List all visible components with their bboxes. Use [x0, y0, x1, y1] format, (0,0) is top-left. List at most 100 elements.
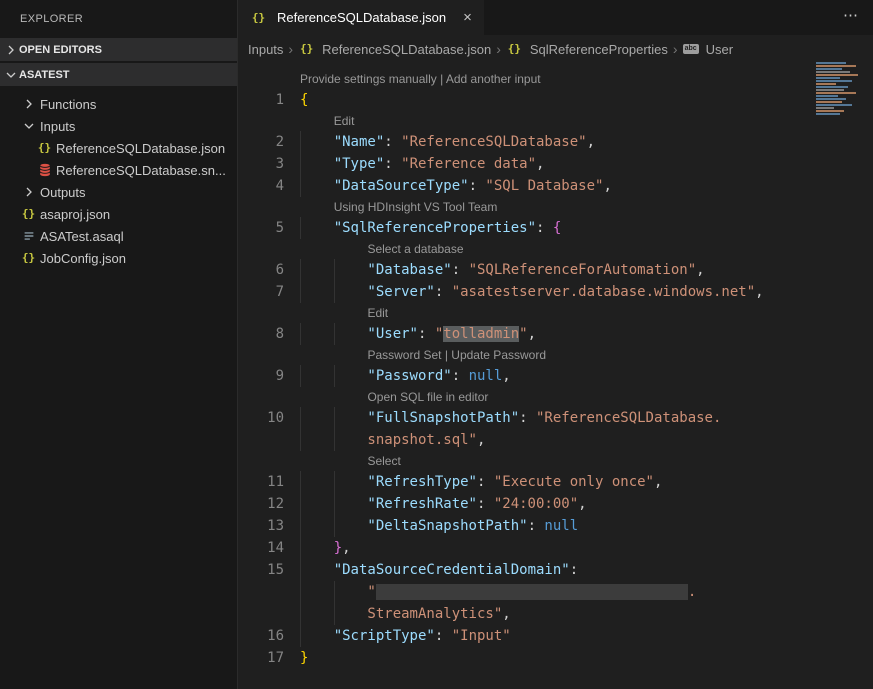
codelens-line: Select a database [238, 239, 873, 259]
indent-guide [300, 625, 334, 647]
code-token: "24:00:00" [494, 496, 578, 512]
code-line-content: "ScriptType": "Input" [300, 628, 511, 644]
code-line-wrap[interactable]: snapshot.sql", [238, 429, 873, 451]
abc-icon: abc [683, 44, 699, 54]
code-line-9[interactable]: 9"Password": null, [238, 365, 873, 387]
close-icon[interactable]: × [463, 9, 472, 26]
indent-guide [334, 281, 368, 303]
code-line-16[interactable]: 16"ScriptType": "Input" [238, 625, 873, 647]
codelens-action[interactable]: Edit [367, 306, 388, 320]
code-line-12[interactable]: 12"RefreshRate": "24:00:00", [238, 493, 873, 515]
code-token: "Database" [367, 262, 451, 278]
code-line-8[interactable]: 8"User": "tolladmin", [238, 323, 873, 345]
minimap-row [816, 86, 848, 88]
codelens-content: Provide settings manually | Add another … [300, 69, 541, 89]
tree-item-functions[interactable]: Functions [0, 93, 237, 115]
file-lines-icon [20, 228, 37, 244]
tree-item-inputs[interactable]: Inputs [0, 115, 237, 137]
minimap[interactable] [816, 62, 868, 132]
indent-guide [334, 581, 368, 603]
tree-item-label: ASATest.asaql [40, 229, 124, 244]
tree-item-jobconfig-json[interactable]: {}JobConfig.json [0, 247, 237, 269]
code-token: "asatestserver.database.windows.net" [452, 284, 755, 300]
tree-item-referencesqldatabase-json[interactable]: {}ReferenceSQLDatabase.json [0, 137, 237, 159]
tree-item-label: asaproj.json [40, 207, 110, 222]
line-number: 15 [238, 559, 284, 581]
tree-item-label: Outputs [40, 185, 86, 200]
minimap-row [816, 101, 842, 103]
tree-item-asaproj-json[interactable]: {}asaproj.json [0, 203, 237, 225]
codelens-action[interactable]: Select a database [367, 242, 463, 256]
code-line-3[interactable]: 3"Type": "Reference data", [238, 153, 873, 175]
code-token: : [469, 178, 486, 194]
code-token: "FullSnapshotPath" [367, 410, 519, 426]
minimap-row [816, 92, 856, 94]
codelens-line: Open SQL file in editor [238, 387, 873, 407]
code-line-7[interactable]: 7"Server": "asatestserver.database.windo… [238, 281, 873, 303]
line-number: 1 [238, 89, 284, 111]
minimap-row [816, 113, 840, 115]
code-line-15[interactable]: 15"DataSourceCredentialDomain": [238, 559, 873, 581]
codelens-action[interactable]: Update Password [451, 348, 546, 362]
line-number: 13 [238, 515, 284, 537]
codelens-content: Password Set | Update Password [300, 345, 546, 365]
code-token: "User" [367, 326, 418, 342]
more-actions-button[interactable]: ⋯ [843, 6, 859, 24]
code-token: { [553, 220, 561, 236]
code-line-6[interactable]: 6"Database": "SQLReferenceForAutomation"… [238, 259, 873, 281]
code-token: , [477, 432, 485, 448]
code-line-11[interactable]: 11"RefreshType": "Execute only once", [238, 471, 873, 493]
tree-item-asatest-asaql[interactable]: ASATest.asaql [0, 225, 237, 247]
line-number: 3 [238, 153, 284, 175]
code-token: "Execute only once" [494, 474, 654, 490]
code-line-13[interactable]: 13"DeltaSnapshotPath": null [238, 515, 873, 537]
section-asatest[interactable]: ASATEST [0, 63, 237, 86]
section-open-editors[interactable]: OPEN EDITORS [0, 38, 237, 61]
codelens-line: Provide settings manually | Add another … [238, 69, 873, 89]
code-token: "SQLReferenceForAutomation" [469, 262, 697, 278]
code-line-4[interactable]: 4"DataSourceType": "SQL Database", [238, 175, 873, 197]
codelens-action[interactable]: Add another input [446, 72, 541, 86]
code-token: "ScriptType" [334, 628, 435, 644]
codelens-action[interactable]: Open SQL file in editor [367, 390, 488, 404]
codelens-line: Password Set | Update Password [238, 345, 873, 365]
code-line-content: "FullSnapshotPath": "ReferenceSQLDatabas… [300, 410, 721, 426]
chevron-down-icon [3, 67, 19, 83]
chevron-right-icon [3, 42, 19, 58]
code-token: "Password" [367, 368, 451, 384]
code-line-5[interactable]: 5"SqlReferenceProperties": { [238, 217, 873, 239]
code-line-wrap[interactable]: ". [238, 581, 873, 603]
breadcrumb-item-referencesqldatabase-json[interactable]: {}ReferenceSQLDatabase.json [298, 41, 491, 57]
code-token: tolladmin [443, 326, 519, 342]
indent-guide [300, 537, 334, 559]
code-line-2[interactable]: 2"Name": "ReferenceSQLDatabase", [238, 131, 873, 153]
line-number: 12 [238, 493, 284, 515]
codelens-action[interactable]: Using HDInsight VS Tool Team [334, 200, 498, 214]
code-line-1[interactable]: 1{ [238, 89, 873, 111]
indent-guide [300, 175, 334, 197]
line-number: 5 [238, 217, 284, 239]
breadcrumb-item-user[interactable]: abcUser [683, 42, 734, 57]
codelens-action[interactable]: Password Set [367, 348, 441, 362]
breadcrumb-label: SqlReferenceProperties [530, 42, 668, 57]
code-line-14[interactable]: 14}, [238, 537, 873, 559]
code-line-17[interactable]: 17} [238, 647, 873, 669]
code-line-wrap[interactable]: StreamAnalytics", [238, 603, 873, 625]
breadcrumb-item-inputs[interactable]: Inputs [248, 42, 283, 57]
codelens-content: Using HDInsight VS Tool Team [300, 197, 497, 217]
code-line-10[interactable]: 10"FullSnapshotPath": "ReferenceSQLDatab… [238, 407, 873, 429]
minimap-row [816, 104, 852, 106]
breadcrumb: Inputs›{}ReferenceSQLDatabase.json›{}Sql… [238, 35, 873, 63]
codelens-action[interactable]: Select [367, 454, 400, 468]
code-token: "Reference data" [401, 156, 536, 172]
breadcrumb-separator-icon: › [496, 41, 501, 57]
tree-item-referencesqldatabase-sn[interactable]: ReferenceSQLDatabase.sn... [0, 159, 237, 181]
tab-referencesqldatabase-json[interactable]: {} ReferenceSQLDatabase.json × [238, 0, 484, 35]
code-token: "DataSourceType" [334, 178, 469, 194]
tree-item-outputs[interactable]: Outputs [0, 181, 237, 203]
codelens-action[interactable]: Provide settings manually [300, 72, 437, 86]
indent-guide [300, 581, 334, 603]
breadcrumb-item-sqlreferenceproperties[interactable]: {}SqlReferenceProperties [506, 41, 668, 57]
json-icon: {} [20, 206, 37, 222]
codelens-action[interactable]: Edit [334, 114, 355, 128]
